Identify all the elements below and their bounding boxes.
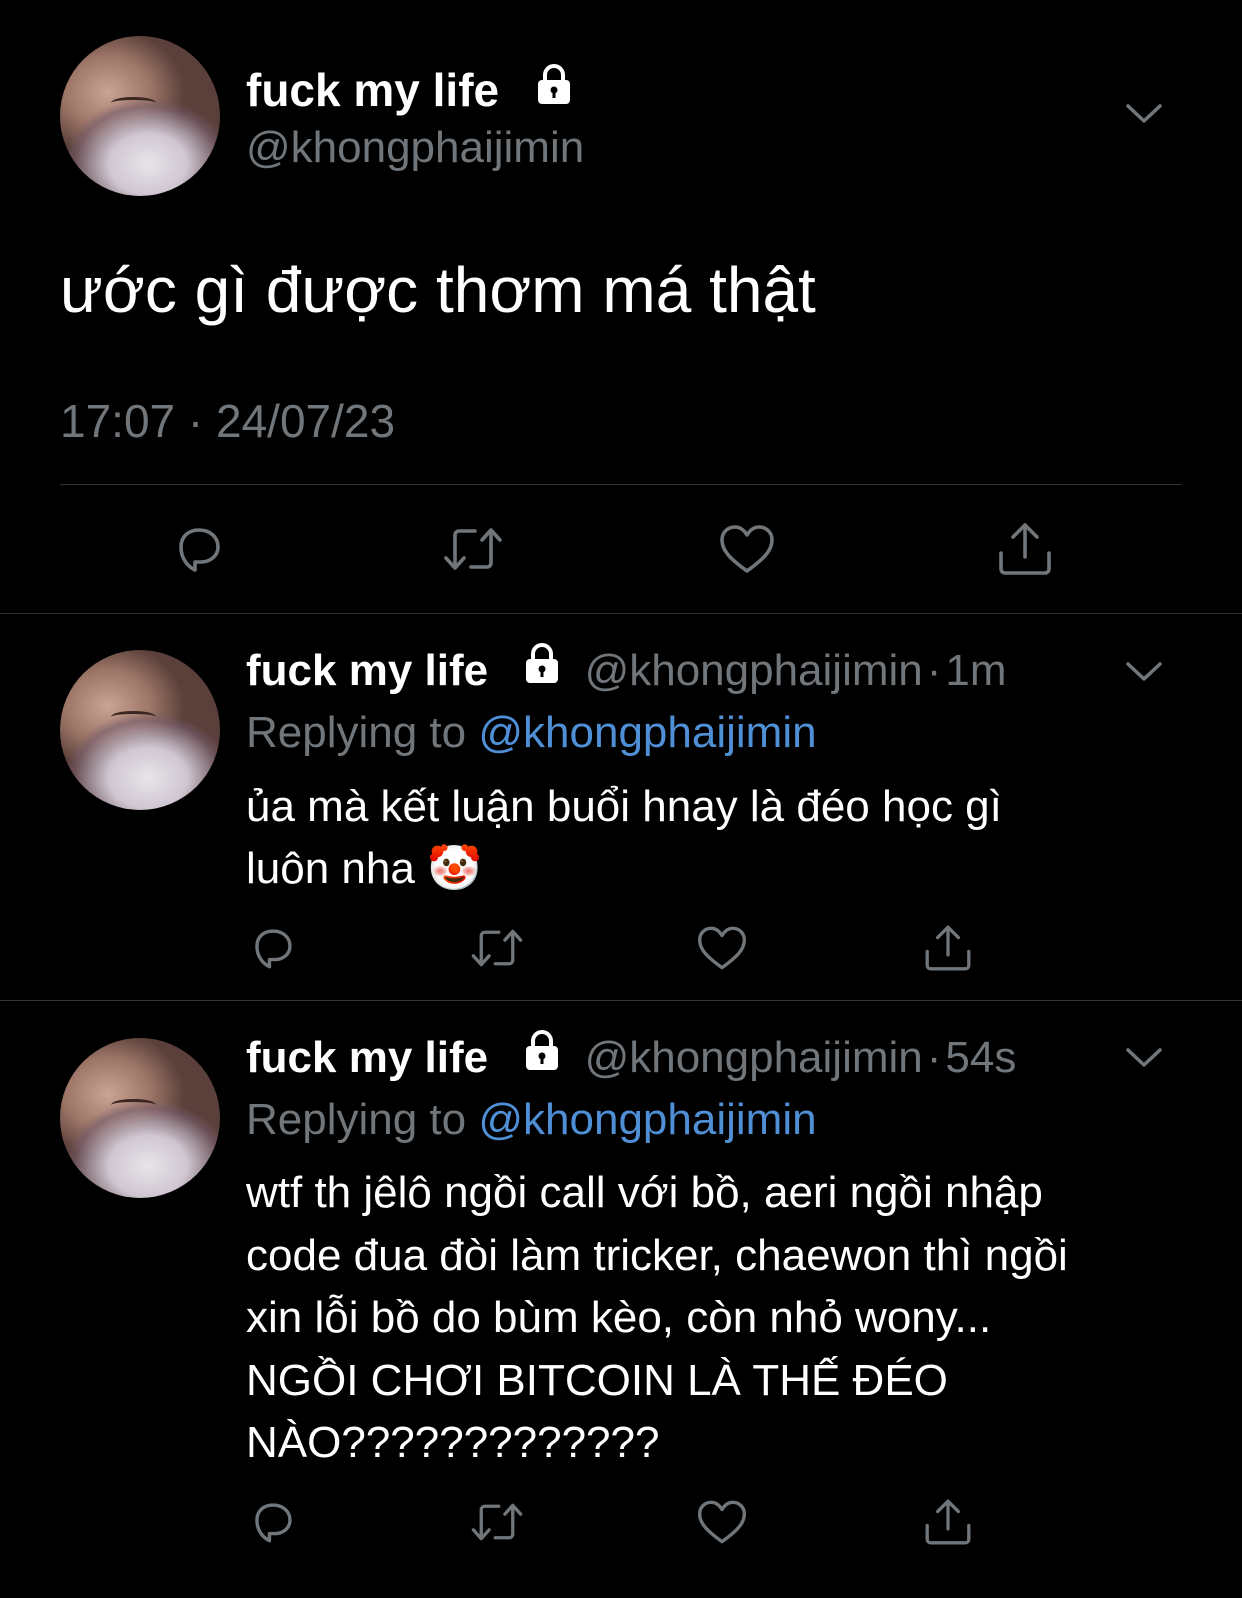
lock-icon — [532, 62, 576, 118]
share-icon — [925, 925, 971, 971]
retweet-button[interactable] — [466, 918, 528, 978]
share-button[interactable] — [918, 1492, 978, 1552]
tweet-text: ủa mà kết luận buổi hnay là đéo học gì l… — [246, 782, 1002, 893]
handle[interactable]: @khongphaijimin — [246, 122, 584, 174]
replying-handle-link[interactable]: @khongphaijimin — [478, 708, 816, 757]
chevron-down-icon[interactable] — [1124, 658, 1164, 686]
like-button[interactable] — [712, 514, 782, 584]
avatar[interactable] — [60, 36, 220, 196]
heart-icon — [697, 1500, 747, 1544]
heart-icon — [720, 525, 774, 573]
replying-handle-link[interactable]: @khongphaijimin — [478, 1095, 816, 1144]
reply-icon — [255, 929, 292, 969]
like-button[interactable] — [692, 1492, 752, 1552]
display-name[interactable]: fuck my life — [246, 646, 488, 695]
chevron-down-icon[interactable] — [1124, 1044, 1164, 1072]
handle[interactable]: @khongphaijimin — [585, 1033, 923, 1082]
timestamp: 17:07 · 24/07/23 — [60, 394, 395, 448]
share-button[interactable] — [990, 514, 1060, 584]
display-name[interactable]: fuck my life — [246, 64, 499, 116]
tweet-text: wtf th jêlô ngồi call với bồ, aeri ngồi … — [246, 1168, 1068, 1467]
chevron-down-icon[interactable] — [1124, 100, 1164, 128]
display-name[interactable]: fuck my life — [246, 1033, 488, 1082]
replying-label: Replying to — [246, 708, 467, 757]
share-icon — [925, 1499, 971, 1545]
retweet-icon — [471, 929, 523, 967]
divider — [60, 484, 1182, 485]
reply-button[interactable] — [244, 918, 302, 978]
lock-icon — [520, 641, 564, 698]
lock-icon — [520, 1028, 564, 1085]
retweet-button[interactable] — [466, 1492, 528, 1552]
time-ago[interactable]: 1m — [945, 646, 1006, 695]
avatar[interactable] — [60, 650, 220, 810]
share-button[interactable] — [918, 918, 978, 978]
time: 17:07 — [60, 395, 176, 447]
avatar[interactable] — [60, 1038, 220, 1198]
handle[interactable]: @khongphaijimin — [585, 646, 923, 695]
time-ago[interactable]: 54s — [945, 1033, 1016, 1082]
tweet-text: ước gì được thơm má thật — [60, 254, 816, 326]
date: 24/07/23 — [216, 395, 396, 447]
heart-icon — [697, 926, 747, 970]
retweet-icon — [471, 1503, 523, 1541]
retweet-icon — [444, 528, 502, 570]
like-button[interactable] — [692, 918, 752, 978]
divider — [0, 613, 1242, 614]
separator: · — [926, 646, 942, 695]
reply-button[interactable] — [244, 1492, 302, 1552]
reply-icon — [255, 1503, 292, 1543]
retweet-button[interactable] — [438, 514, 508, 584]
replying-label: Replying to — [246, 1095, 467, 1144]
reply-button[interactable] — [164, 514, 234, 584]
share-icon — [999, 523, 1051, 575]
divider — [0, 1000, 1242, 1001]
separator: · — [187, 395, 204, 447]
separator: · — [926, 1033, 942, 1082]
reply-icon — [179, 528, 220, 572]
